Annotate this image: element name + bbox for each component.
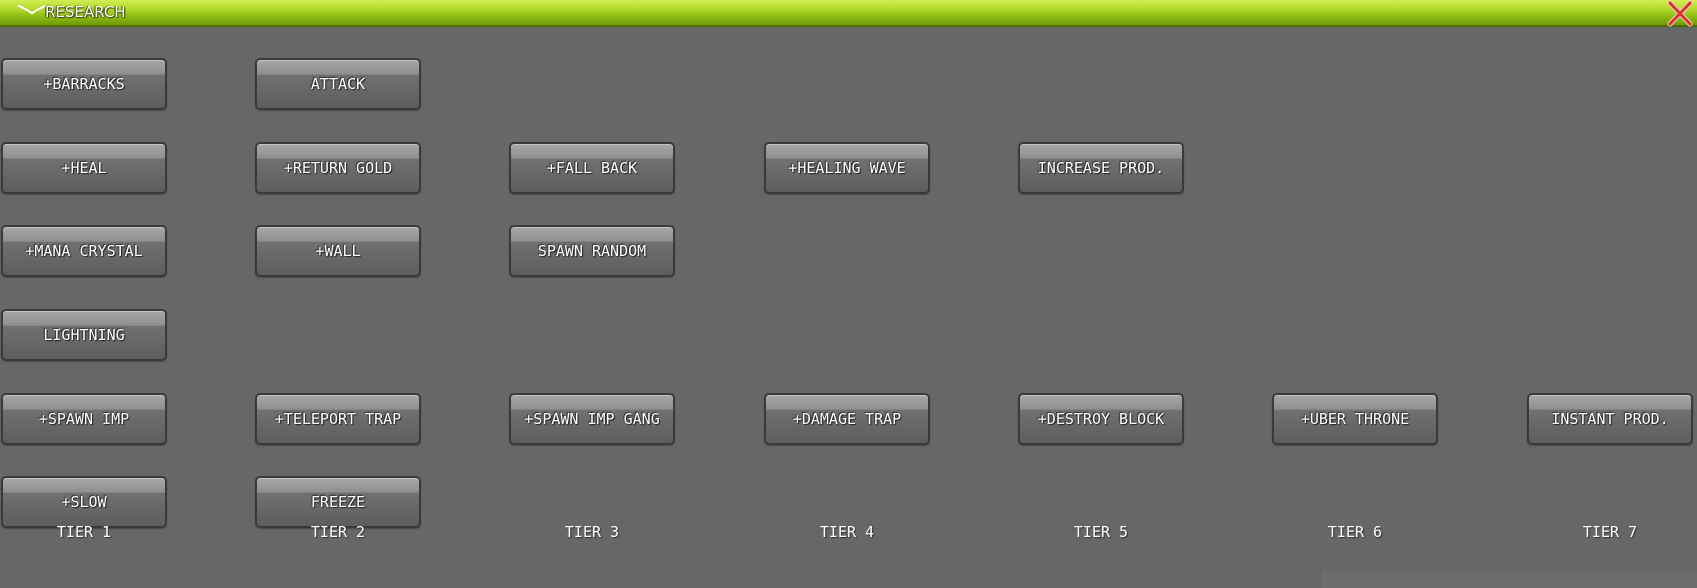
research-button[interactable]: +RETURN GOLD (255, 142, 421, 194)
tier-label: TIER 1 (56, 523, 112, 541)
close-x-icon (1667, 0, 1693, 27)
research-button[interactable]: +SPAWN IMP (1, 393, 167, 445)
research-button[interactable]: LIGHTNING (1, 309, 167, 361)
research-button[interactable]: +WALL (255, 225, 421, 277)
tier-label: TIER 4 (819, 523, 875, 541)
research-grid: +BARRACKS +HEAL +MANA CRYSTAL LIGHTNING +SPA… (0, 27, 1697, 588)
research-button[interactable]: +UBER THRONE (1272, 393, 1438, 445)
research-button[interactable]: INCREASE PROD. (1018, 142, 1184, 194)
tier-label: TIER 6 (1327, 523, 1383, 541)
title-bar: RESEARCH (0, 0, 1697, 27)
research-button[interactable]: +BARRACKS (1, 58, 167, 110)
research-button[interactable]: +DESTROY BLOCK (1018, 393, 1184, 445)
close-button[interactable] (1663, 0, 1697, 27)
research-button[interactable]: INSTANT PROD. (1527, 393, 1693, 445)
resize-area (1322, 571, 1697, 588)
window-title: RESEARCH (45, 3, 126, 21)
tier-label: TIER 2 (310, 523, 366, 541)
tier-label: TIER 5 (1073, 523, 1129, 541)
tier-label: TIER 7 (1582, 523, 1638, 541)
research-button[interactable]: +SPAWN IMP GANG (509, 393, 675, 445)
chevron-down-icon[interactable] (18, 4, 46, 16)
research-button[interactable]: +MANA CRYSTAL (1, 225, 167, 277)
research-button[interactable]: +HEAL (1, 142, 167, 194)
research-button[interactable]: SPAWN RANDOM (509, 225, 675, 277)
research-button[interactable]: +HEALING WAVE (764, 142, 930, 194)
tier-label: TIER 3 (564, 523, 620, 541)
research-button[interactable]: +TELEPORT TRAP (255, 393, 421, 445)
research-button[interactable]: +FALL BACK (509, 142, 675, 194)
research-button[interactable]: ATTACK (255, 58, 421, 110)
research-button[interactable]: FREEZE (255, 476, 421, 528)
research-button[interactable]: +SLOW (1, 476, 167, 528)
research-button[interactable]: +DAMAGE TRAP (764, 393, 930, 445)
